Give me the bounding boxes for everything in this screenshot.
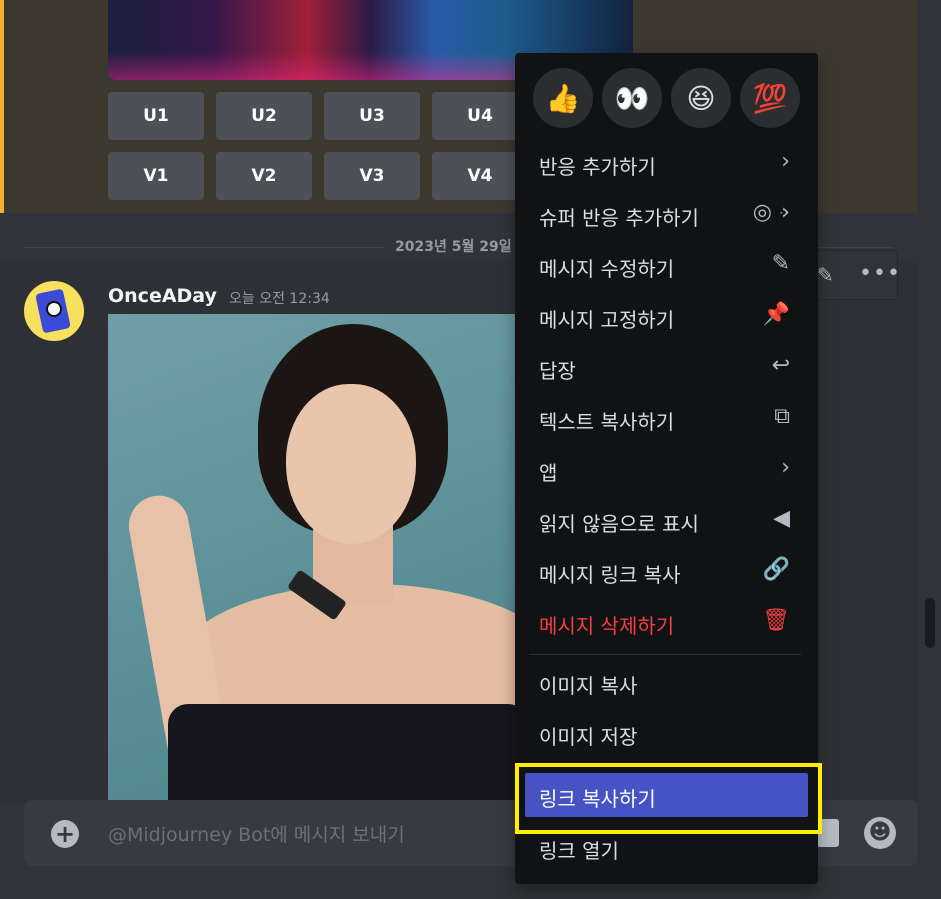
menu-item-label: 이미지 저장 — [539, 725, 638, 749]
reply-icon: ↩ — [771, 353, 790, 378]
menu-item-reply[interactable]: 답장 ↩ — [525, 345, 808, 389]
message-input[interactable]: @Midjourney Bot에 메시지 보내기 — [108, 820, 405, 847]
reaction-laughing[interactable]: 😆 — [671, 68, 731, 128]
reaction-thumbs-up[interactable]: 👍 — [533, 68, 593, 128]
menu-item-mark-unread[interactable]: 읽지 않음으로 표시 ◀ — [525, 498, 808, 542]
menu-item-label: 읽지 않음으로 표시 — [539, 512, 699, 536]
menu-item-label: 반응 추가하기 — [539, 155, 656, 179]
pin-icon: 📌 — [762, 302, 790, 327]
menu-item-delete-message[interactable]: 메시지 삭제하기 🗑 — [525, 600, 808, 644]
menu-item-add-super-reaction[interactable]: 슈퍼 반응 추가하기 ◎ › — [525, 192, 808, 236]
v2-button[interactable]: V2 — [216, 152, 312, 200]
v1-button[interactable]: V1 — [108, 152, 204, 200]
menu-divider — [529, 654, 801, 655]
sparkle-icon: ⁘ — [778, 206, 790, 222]
menu-item-apps[interactable]: 앱 › — [525, 447, 808, 491]
menu-item-label: 이미지 복사 — [539, 674, 638, 698]
message-image[interactable] — [108, 314, 518, 800]
scrollbar[interactable] — [925, 598, 935, 648]
menu-item-label: 슈퍼 반응 추가하기 — [539, 206, 699, 230]
u3-button[interactable]: U3 — [324, 92, 420, 140]
menu-item-copy-message-link[interactable]: 메시지 링크 복사 🔗 — [525, 549, 808, 593]
u2-button[interactable]: U2 — [216, 92, 312, 140]
u1-button[interactable]: U1 — [108, 92, 204, 140]
emoji-icon[interactable]: ☻ — [864, 817, 896, 849]
menu-item-label: 링크 열기 — [539, 839, 619, 863]
menu-item-add-reaction[interactable]: 반응 추가하기 › — [525, 141, 808, 185]
chevron-right-icon: › — [781, 149, 790, 174]
pencil-icon: ✎ — [771, 251, 790, 276]
timestamp: 오늘 오전 12:34 — [229, 291, 330, 307]
menu-item-label: 메시지 고정하기 — [539, 308, 675, 332]
photo-dress-shape — [168, 704, 518, 800]
menu-item-label: 텍스트 복사하기 — [539, 410, 675, 434]
menu-item-edit-message[interactable]: 메시지 수정하기 ✎ — [525, 243, 808, 287]
avatar[interactable] — [24, 281, 84, 341]
photo-face-shape — [286, 384, 416, 544]
reaction-hundred[interactable]: 💯 — [740, 68, 800, 128]
unread-flag-icon: ◀ — [773, 506, 790, 531]
reaction-eyes[interactable]: 👀 — [602, 68, 662, 128]
menu-item-copy-image[interactable]: 이미지 복사 — [525, 660, 808, 704]
context-menu: 👍 👀 😆 💯 반응 추가하기 › 슈퍼 반응 추가하기 ◎ › 메시지 수정하… — [515, 53, 818, 884]
super-reaction-icon: ◎ — [752, 200, 772, 225]
chevron-right-icon: › — [781, 455, 790, 480]
menu-item-label: 메시지 링크 복사 — [539, 563, 681, 587]
menu-item-label: 앱 — [539, 461, 558, 485]
menu-item-save-image[interactable]: 이미지 저장 — [525, 711, 808, 755]
link-icon: 🔗 — [762, 557, 790, 582]
v3-button[interactable]: V3 — [324, 152, 420, 200]
menu-item-pin-message[interactable]: 메시지 고정하기 📌 — [525, 294, 808, 338]
menu-item-label: 답장 — [539, 359, 576, 383]
highlight-annotation — [515, 763, 822, 834]
u4-button[interactable]: U4 — [432, 92, 528, 140]
v4-button[interactable]: V4 — [432, 152, 528, 200]
copy-icon: ⧉ — [774, 404, 790, 429]
avatar-eye-shape — [46, 301, 62, 317]
username[interactable]: OnceADay — [108, 285, 217, 307]
menu-item-label: 메시지 수정하기 — [539, 257, 675, 281]
add-attachment-icon[interactable]: + — [51, 820, 79, 848]
menu-item-label: 메시지 삭제하기 — [539, 614, 675, 638]
trash-icon: 🗑 — [762, 608, 790, 633]
menu-item-copy-text[interactable]: 텍스트 복사하기 ⧉ — [525, 396, 808, 440]
more-dots-icon[interactable]: ••• — [859, 261, 901, 286]
pencil-icon[interactable]: ✎ — [817, 263, 834, 287]
date-divider: 2023년 5월 29일 — [385, 236, 522, 256]
